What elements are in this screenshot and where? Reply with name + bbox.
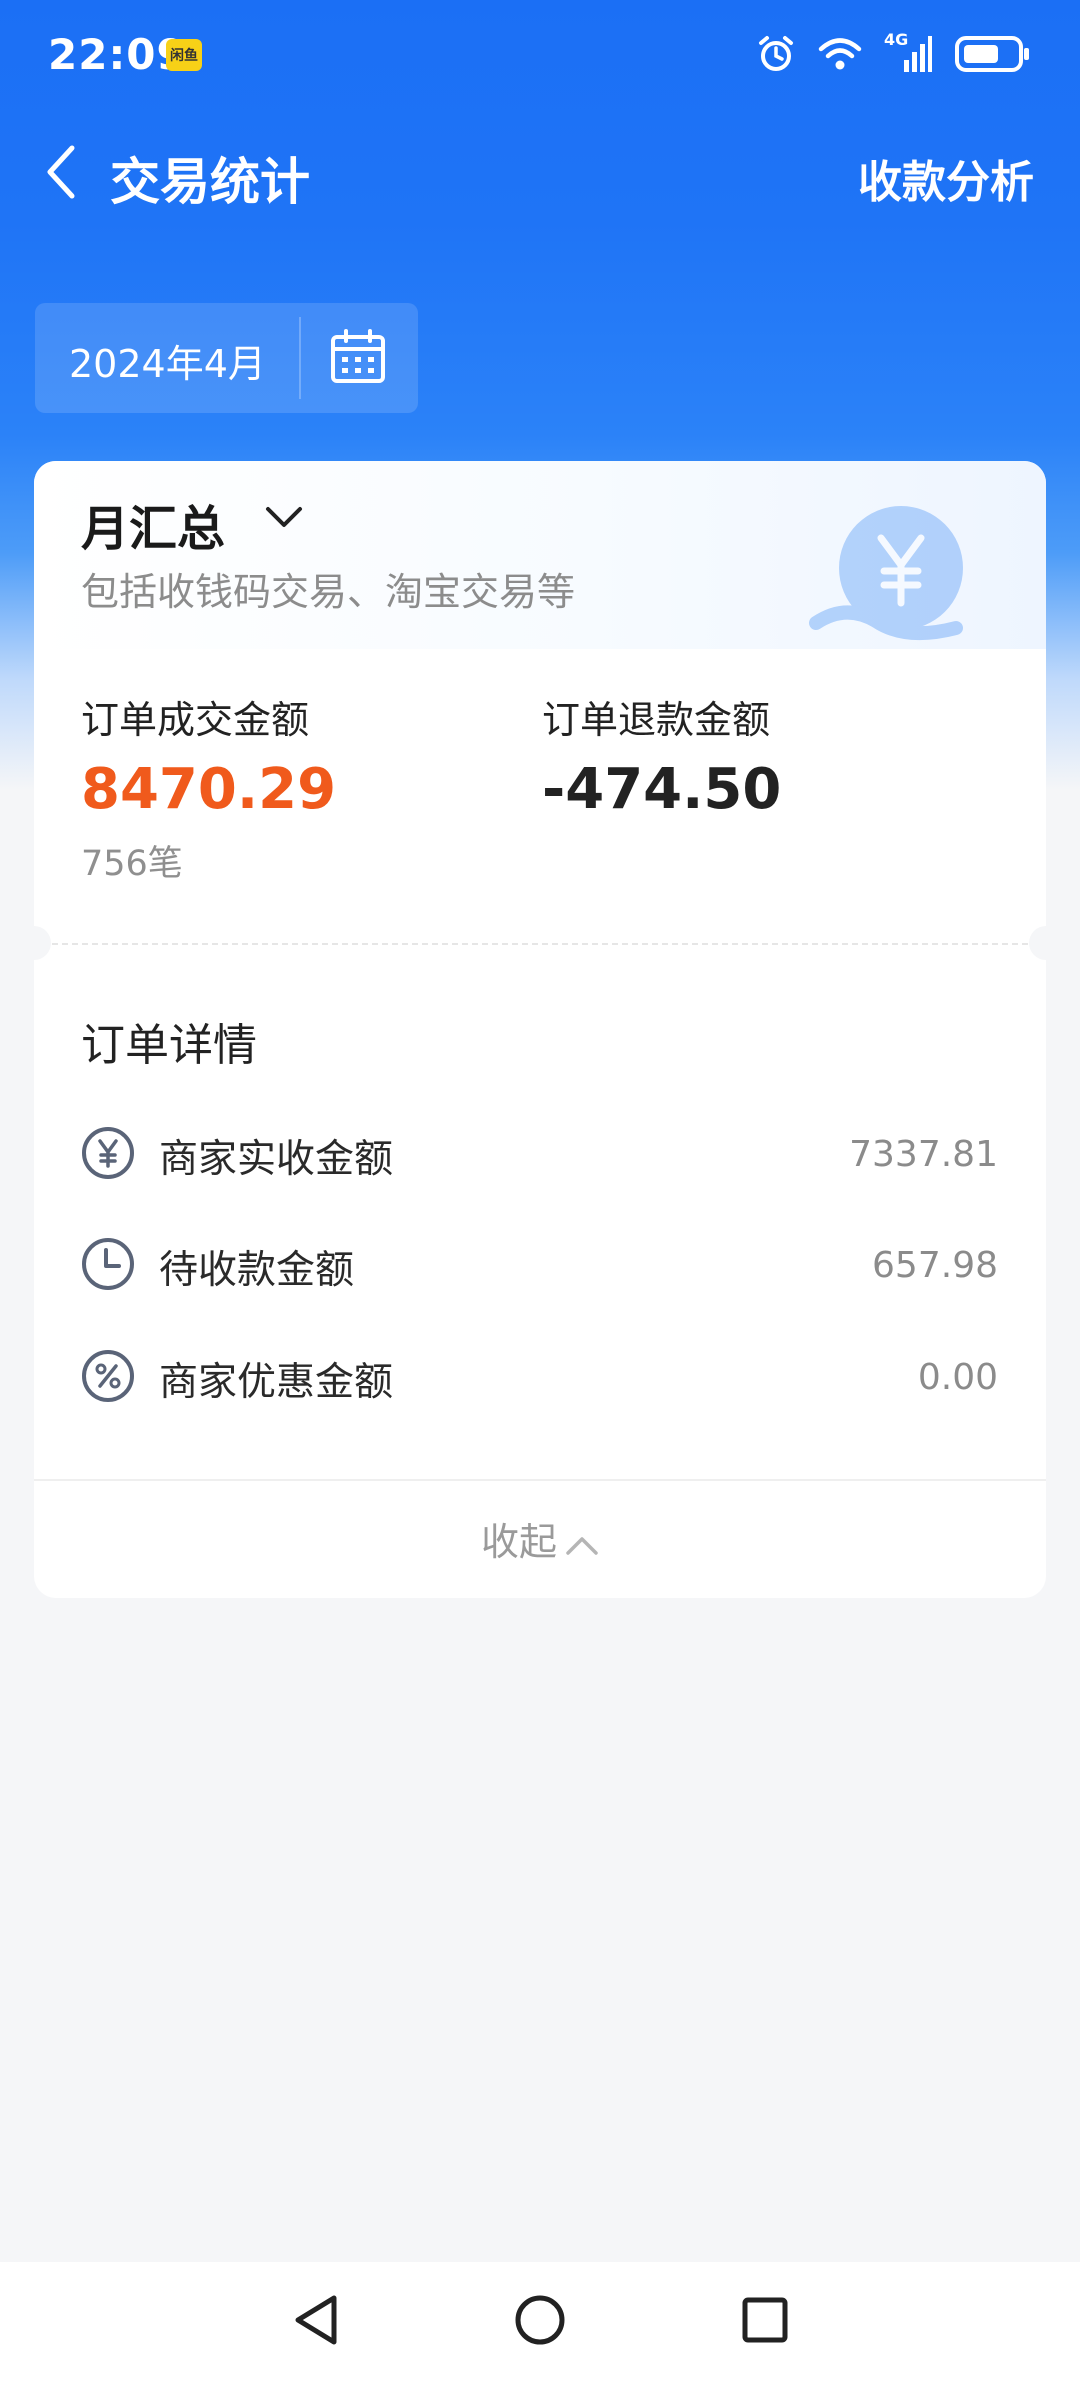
refund-amount-label: 订单退款金额 (542, 698, 771, 742)
yen-circle-icon (82, 1127, 134, 1179)
detail-row-discount: 商家优惠金额 0.00 (34, 1341, 1046, 1411)
percent-circle-icon (82, 1350, 134, 1402)
alarm-icon (759, 36, 793, 71)
detail-value: 7337.81 (849, 1134, 998, 1175)
summary-header: 月汇总 包括收钱码交易、淘宝交易等 (34, 461, 1046, 649)
yen-coin-decoration-icon (809, 506, 963, 641)
ticket-notch-left (34, 926, 51, 960)
cellular-signal-icon: 4G (884, 30, 932, 74)
order-count: 756笔 (81, 844, 183, 884)
status-bar: 22:09 闲鱼 4G (0, 0, 1080, 112)
chevron-up-icon (566, 1536, 598, 1555)
divider (34, 1479, 1046, 1481)
summary-subtitle: 包括收钱码交易、淘宝交易等 (81, 570, 576, 614)
payment-analysis-link[interactable]: 收款分析 (858, 146, 1034, 210)
status-icons: 4G (756, 30, 1030, 74)
month-selector[interactable]: 2024年4月 (35, 303, 418, 413)
nav-recents-icon[interactable] (740, 2292, 790, 2348)
page-title: 交易统计 (110, 153, 310, 211)
selected-month: 2024年4月 (69, 342, 266, 386)
detail-row-merchant-received: 商家实收金额 7337.81 (34, 1118, 1046, 1188)
divider (299, 317, 301, 399)
detail-label: 商家优惠金额 (159, 1360, 394, 1405)
detail-row-pending: 待收款金额 657.98 (34, 1229, 1046, 1299)
detail-label: 商家实收金额 (159, 1137, 394, 1182)
chevron-down-icon[interactable] (264, 505, 304, 529)
order-amount-label: 订单成交金额 (81, 698, 310, 742)
app-notification-badge: 闲鱼 (166, 39, 202, 71)
summary-card: 月汇总 包括收钱码交易、淘宝交易等 订单成交金额 8470.29 756笔 订单… (34, 461, 1046, 1598)
back-button[interactable] (30, 140, 94, 204)
detail-value: 657.98 (872, 1245, 998, 1286)
refund-amount-value: -474.50 (542, 757, 782, 822)
battery-icon (955, 36, 1029, 72)
summary-title[interactable]: 月汇总 (81, 489, 225, 559)
detail-value: 0.00 (917, 1357, 998, 1398)
clock-icon (82, 1238, 134, 1290)
nav-back-icon[interactable] (290, 2292, 340, 2348)
system-navigation-bar (0, 2262, 1080, 2382)
order-details-title: 订单详情 (81, 1020, 257, 1071)
calendar-icon[interactable] (329, 329, 387, 387)
chevron-left-icon (47, 145, 75, 199)
nav-home-icon[interactable] (512, 2292, 568, 2348)
dashed-divider (52, 943, 1028, 945)
collapse-button[interactable]: 收起 (34, 1511, 1046, 1566)
collapse-label: 收起 (480, 1520, 557, 1564)
wifi-icon (818, 38, 862, 70)
order-amount-value: 8470.29 (81, 757, 337, 822)
navigation-bar: 交易统计 收款分析 (0, 112, 1080, 236)
ticket-notch-right (1029, 926, 1046, 960)
detail-label: 待收款金额 (159, 1248, 355, 1293)
